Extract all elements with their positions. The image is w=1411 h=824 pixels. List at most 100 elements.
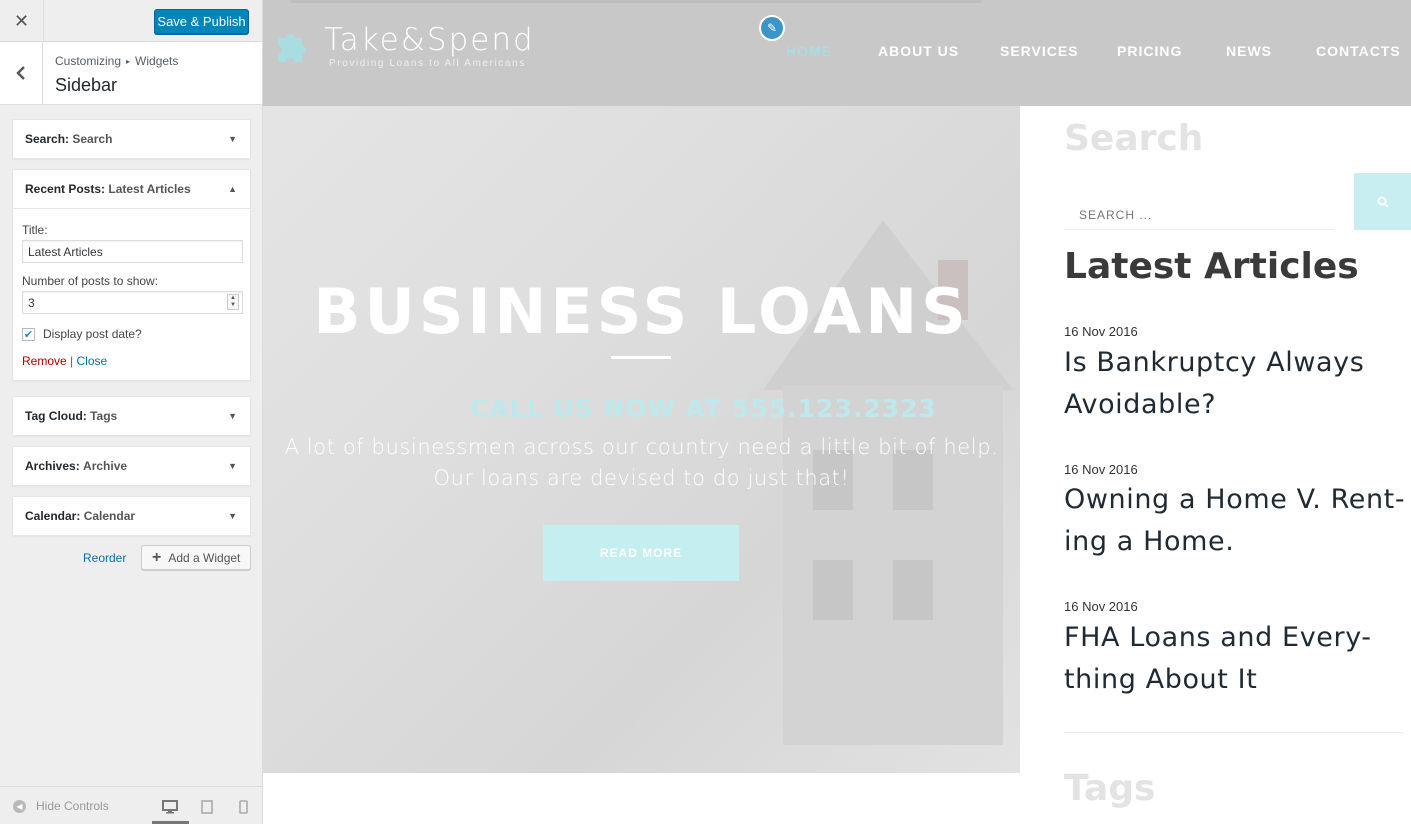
post-title-line: ing a Home. xyxy=(1064,526,1235,557)
spinner-icon[interactable]: ▲ ▼ xyxy=(227,294,239,310)
nav-about-us[interactable]: ABOUT US xyxy=(878,43,959,59)
hide-controls-label: Hide Controls xyxy=(36,799,109,813)
widget-type: Recent Posts: xyxy=(25,182,106,196)
hero-phone: CALL US NOW AT 555.123.2323 xyxy=(470,394,937,423)
hero-description-line: Our loans are devised to do just that! xyxy=(433,466,850,490)
display-date-checkbox[interactable]: ✔ xyxy=(22,327,35,341)
post-title-line: Owning a Home V. Rent- xyxy=(1064,484,1406,515)
breadcrumb-customizing: Customizing xyxy=(55,54,122,68)
expand-arrow-icon[interactable]: ▼ xyxy=(228,461,237,471)
customizer-footer: ◀ Hide Controls xyxy=(0,786,262,824)
widget-tag-cloud-header[interactable]: Tag Cloud: Tags ▼ xyxy=(13,397,250,435)
post-title-line: Avoidable? xyxy=(1064,389,1217,420)
read-more-button[interactable]: READ MORE xyxy=(543,525,739,581)
widget-title: Archive xyxy=(83,459,128,473)
widget-type: Search: xyxy=(25,132,70,146)
post-title-link[interactable]: Is Bankruptcy Always Avoidable? xyxy=(1064,342,1409,426)
widget-calendar-header[interactable]: Calendar: Calendar ▼ xyxy=(13,497,250,535)
close-icon[interactable]: ✕ xyxy=(0,0,44,42)
breadcrumb-widgets: Widgets xyxy=(135,54,179,68)
section-header: Customizing ▸ Widgets Sidebar xyxy=(0,42,262,105)
widget-archives-header[interactable]: Archives: Archive ▼ xyxy=(13,447,250,485)
widget-tag-cloud[interactable]: Tag Cloud: Tags ▼ xyxy=(12,396,251,436)
hero-description-line: A lot of businessmen across our country … xyxy=(284,435,999,459)
widget-search[interactable]: Search: Search ▼ xyxy=(12,119,251,159)
post-date: 16 Nov 2016 xyxy=(1064,462,1138,477)
collapse-circle-icon: ◀ xyxy=(13,799,26,813)
back-button[interactable] xyxy=(0,42,43,104)
edit-shortcut-pencil-icon[interactable]: ✎ xyxy=(759,15,785,41)
customizer-panel: ✕ Save & Publish Customizing ▸ Widgets Sid… xyxy=(0,0,263,824)
widget-title: Tags xyxy=(90,409,118,423)
nav-home[interactable]: HOME xyxy=(786,43,832,59)
site-preview: BUSINESS LOANS CALL US NOW AT 555.123.23… xyxy=(263,0,1411,824)
widget-recent-posts[interactable]: Recent Posts: Latest Articles ▲ Title: N… xyxy=(12,169,251,381)
plus-icon: + xyxy=(152,548,162,566)
sidebar-search-title: Search xyxy=(1064,118,1204,159)
add-widget-button[interactable]: + Add a Widget xyxy=(141,545,251,570)
site-tagline: Providing Loans to All Americans xyxy=(329,58,526,69)
section-title: Sidebar xyxy=(55,75,118,95)
tablet-preview-icon[interactable] xyxy=(197,797,217,817)
expand-arrow-icon[interactable]: ▼ xyxy=(228,511,237,521)
post-title-link[interactable]: Owning a Home V. Rent- ing a Home. xyxy=(1064,479,1409,563)
site-header: Take&Spend Providing Loans to All Americ… xyxy=(263,0,1411,106)
post-date: 16 Nov 2016 xyxy=(1064,599,1138,614)
collapse-arrow-icon[interactable]: ▲ xyxy=(228,184,237,194)
widget-archives[interactable]: Archives: Archive ▼ xyxy=(12,446,251,486)
mobile-preview-icon[interactable] xyxy=(233,797,253,817)
hero-title: BUSINESS LOANS xyxy=(313,275,970,348)
display-date-label: Display post date? xyxy=(43,327,142,341)
sidebar-latest-title: Latest Articles xyxy=(1064,246,1359,287)
search-icon xyxy=(1377,196,1389,208)
hero-divider xyxy=(611,356,671,359)
customizer-header: ✕ Save & Publish xyxy=(0,0,262,42)
sidebar-search-input[interactable] xyxy=(1064,200,1334,230)
post-title-line: FHA Loans and Every- xyxy=(1064,622,1372,653)
site-logo-text[interactable]: Take&Spend xyxy=(324,22,535,58)
widget-type: Archives: xyxy=(25,459,80,473)
display-date-row: ✔ Display post date? xyxy=(22,327,241,341)
remove-link[interactable]: Remove xyxy=(22,354,67,368)
widget-form: Title: Number of posts to show: ▲▼ ✔ Dis… xyxy=(13,208,250,380)
save-publish-button[interactable]: Save & Publish xyxy=(154,9,249,34)
widget-search-header[interactable]: Search: Search ▼ xyxy=(13,120,250,158)
nav-services[interactable]: SERVICES xyxy=(1000,43,1079,59)
sidebar-divider xyxy=(1064,732,1404,733)
puzzle-logo-icon xyxy=(278,34,306,62)
breadcrumb: Customizing ▸ Widgets xyxy=(55,54,178,68)
sidebar-tags-title: Tags xyxy=(1064,768,1156,809)
nav-pricing[interactable]: PRICING xyxy=(1117,43,1182,59)
post-title-line: thing About It xyxy=(1064,664,1258,695)
widget-type: Calendar: xyxy=(25,509,81,523)
hero-description: A lot of businessmen across our country … xyxy=(283,432,1000,494)
widget-title: Search xyxy=(72,132,113,146)
desktop-preview-icon[interactable] xyxy=(160,797,180,817)
title-field[interactable] xyxy=(22,240,243,263)
expand-arrow-icon[interactable]: ▼ xyxy=(228,411,237,421)
widget-type: Tag Cloud: xyxy=(25,409,87,423)
title-field-label: Title: xyxy=(22,223,48,237)
close-link[interactable]: Close xyxy=(77,354,108,368)
nav-contacts[interactable]: CONTACTS xyxy=(1316,43,1401,59)
sidebar-search-button[interactable] xyxy=(1354,173,1411,230)
reorder-link[interactable]: Reorder xyxy=(83,551,126,565)
number-of-posts-stepper[interactable]: ▲▼ xyxy=(22,291,243,314)
post-date: 16 Nov 2016 xyxy=(1064,324,1138,339)
add-widget-label: Add a Widget xyxy=(168,550,241,565)
number-field-label: Number of posts to show: xyxy=(22,274,159,288)
number-of-posts-field[interactable] xyxy=(22,291,243,314)
expand-arrow-icon[interactable]: ▼ xyxy=(228,134,237,144)
post-title-link[interactable]: FHA Loans and Every- thing About It xyxy=(1064,617,1409,701)
post-title-line: Is Bankruptcy Always xyxy=(1064,347,1365,378)
widget-title: Latest Articles xyxy=(108,182,191,196)
widget-calendar[interactable]: Calendar: Calendar ▼ xyxy=(12,496,251,536)
widget-recent-posts-header[interactable]: Recent Posts: Latest Articles ▲ xyxy=(13,170,250,208)
hide-controls-button[interactable]: ◀ Hide Controls xyxy=(13,799,109,813)
nav-news[interactable]: NEWS xyxy=(1226,43,1272,59)
link-separator: | xyxy=(70,354,74,368)
hero-banner: BUSINESS LOANS CALL US NOW AT 555.123.23… xyxy=(263,0,1020,773)
breadcrumb-separator: ▸ xyxy=(126,57,131,66)
header-top-strip xyxy=(291,0,981,3)
widget-title: Calendar xyxy=(83,509,136,523)
